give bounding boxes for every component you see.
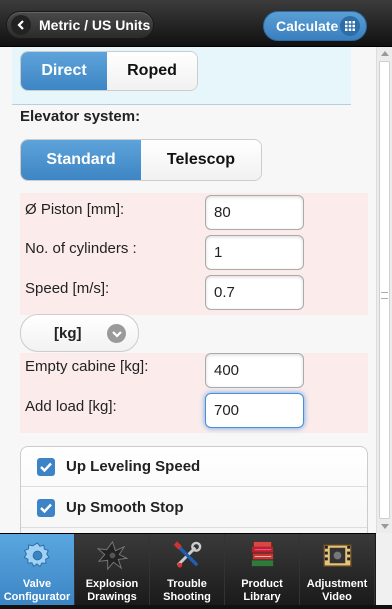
empty-cabine-label: Empty cabine [kg]:: [25, 358, 149, 375]
nav-label: Product Library: [241, 578, 283, 603]
scroll-up-icon[interactable]: [381, 51, 389, 56]
nav-valve-configurator[interactable]: Valve Configurator: [0, 534, 75, 606]
film-icon: [323, 544, 352, 567]
explosion-icon: [97, 540, 128, 571]
nav-trouble-shooting[interactable]: Trouble Shooting: [150, 534, 225, 606]
elevator-system-toggle: Standard Telescop: [20, 139, 262, 181]
nav-label: Explosion Drawings: [85, 578, 139, 603]
units-back-label: Metric / US Units: [39, 17, 151, 33]
option-label: Up Smooth Stop: [66, 499, 184, 516]
bottom-navbar: Valve Configurator Explosion Drawings Tr…: [0, 533, 376, 606]
option-row-up-smooth-stop[interactable]: Up Smooth Stop: [21, 488, 367, 528]
scroll-thumb[interactable]: [379, 61, 390, 519]
grid-icon: [340, 16, 360, 36]
nav-label: Trouble Shooting: [163, 578, 211, 603]
option-row-up-leveling[interactable]: Up Leveling Speed: [21, 447, 367, 487]
drive-type-toggle: Direct Roped: [20, 51, 198, 91]
piston-label: Ø Piston [mm]:: [25, 201, 125, 218]
calculate-button[interactable]: Calculate: [263, 11, 367, 41]
drive-direct-option[interactable]: Direct: [21, 52, 108, 90]
scroll-grip-icon: [381, 292, 388, 299]
gear-icon: [23, 542, 50, 568]
checkbox-checked-icon[interactable]: [37, 457, 55, 476]
piston-input[interactable]: 80: [205, 195, 304, 230]
weight-unit-select[interactable]: [kg]: [20, 314, 139, 352]
nav-explosion-drawings[interactable]: Explosion Drawings: [75, 534, 150, 606]
system-standard-option[interactable]: Standard: [21, 140, 141, 180]
tools-icon: [173, 541, 202, 568]
nav-adjustment-video[interactable]: Adjustment Video: [300, 534, 375, 606]
add-load-label: Add load [kg]:: [25, 398, 117, 415]
elevator-system-label: Elevator system:: [20, 108, 141, 125]
empty-cabine-input[interactable]: 400: [205, 353, 304, 388]
nav-product-library[interactable]: Product Library: [225, 534, 300, 606]
options-checklist: Up Leveling Speed Up Smooth Stop: [20, 446, 368, 533]
calculate-label: Calculate: [276, 18, 339, 34]
cylinders-input[interactable]: 1: [205, 235, 304, 270]
nav-label: Valve Configurator: [3, 578, 71, 603]
drive-roped-option[interactable]: Roped: [107, 52, 197, 90]
header-bar: Metric / US Units Calculate: [0, 0, 392, 47]
vertical-scrollbar[interactable]: [376, 47, 392, 533]
main-content: Direct Roped Elevator system: Standard T…: [0, 47, 376, 533]
chevron-left-icon: [11, 15, 31, 35]
cylinders-label: No. of cylinders :: [25, 240, 137, 257]
bottom-strip: [0, 605, 392, 609]
chevron-down-icon: [107, 324, 126, 343]
weight-unit-value: [kg]: [54, 325, 82, 342]
speed-label: Speed [m/s]:: [25, 280, 110, 297]
option-label: Up Leveling Speed: [66, 458, 201, 475]
nav-label: Adjustment Video: [306, 578, 368, 603]
add-load-input[interactable]: 700: [205, 393, 304, 428]
books-icon: [251, 541, 274, 567]
checkbox-checked-icon[interactable]: [37, 498, 55, 517]
speed-input[interactable]: 0.7: [205, 275, 304, 310]
system-telescop-option[interactable]: Telescop: [141, 140, 261, 180]
units-back-button[interactable]: Metric / US Units: [6, 11, 154, 39]
scroll-down-icon[interactable]: [381, 524, 389, 529]
